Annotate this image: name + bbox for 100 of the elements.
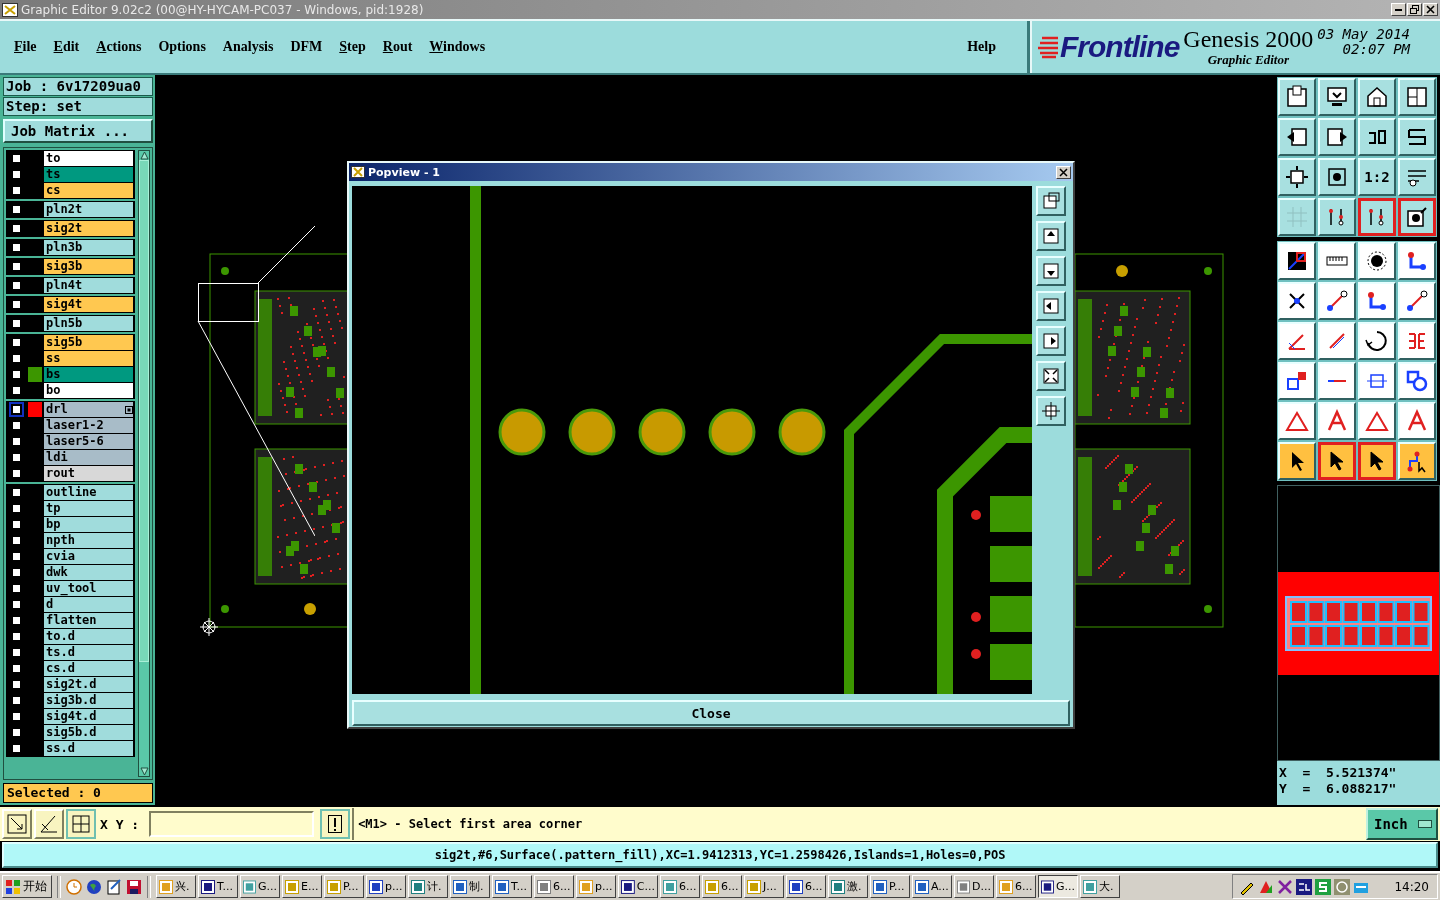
layer-checkbox[interactable]	[11, 599, 22, 610]
layer-checkbox[interactable]	[11, 169, 22, 180]
layer-name[interactable]: ss.d	[44, 741, 133, 756]
view-button[interactable]	[1036, 361, 1066, 391]
restore-button[interactable]	[1407, 3, 1422, 16]
layer-checkbox[interactable]	[11, 519, 22, 530]
taskbar-button[interactable]: P...	[324, 875, 364, 898]
job-matrix-button[interactable]: Job Matrix ...	[3, 119, 153, 143]
layer-name[interactable]: pln4t	[44, 278, 133, 293]
layer-name[interactable]: laser5-6	[44, 434, 133, 449]
menu-item[interactable]: Windows	[429, 39, 486, 55]
view-button[interactable]	[1036, 221, 1066, 251]
layer-checkbox[interactable]	[11, 631, 22, 642]
layer-name[interactable]: bo	[44, 383, 133, 398]
layer-name[interactable]: sig4t.d	[44, 709, 133, 724]
taskbar-button[interactable]: G...	[1038, 875, 1078, 898]
menu-item[interactable]: Analysis	[222, 39, 274, 55]
layer-checkbox[interactable]	[11, 280, 22, 291]
taskbar-button[interactable]: 制.	[450, 875, 490, 898]
layer-checkbox[interactable]	[11, 318, 22, 329]
layer-name[interactable]: outline	[44, 485, 133, 500]
close-button[interactable]	[1056, 165, 1071, 179]
layer-name[interactable]: sig3b	[44, 259, 133, 274]
layer-checkbox[interactable]	[11, 436, 22, 447]
layer-name[interactable]: ts	[44, 167, 133, 182]
taskbar-button[interactable]: C...	[618, 875, 658, 898]
layer-checkbox[interactable]	[11, 452, 22, 463]
layer-name[interactable]: ldi	[44, 450, 133, 465]
taskbar-button[interactable]: P...	[870, 875, 910, 898]
taskbar-button[interactable]: p...	[366, 875, 406, 898]
layer-name[interactable]: pln2t	[44, 202, 133, 217]
layer-name[interactable]: sig3b.d	[44, 693, 133, 708]
layer-checkbox[interactable]	[11, 153, 22, 164]
layer-name[interactable]: sig5b	[44, 335, 133, 350]
layer-name[interactable]: dwk	[44, 565, 133, 580]
menu-item[interactable]: Step	[339, 39, 366, 55]
taskbar-button[interactable]: 大.	[1080, 875, 1120, 898]
taskbar-button[interactable]: 激.	[828, 875, 868, 898]
taskbar-button[interactable]: A...	[912, 875, 952, 898]
layer-name[interactable]: pln3b	[44, 240, 133, 255]
layer-checkbox[interactable]	[11, 679, 22, 690]
layer-name[interactable]: pln5b	[44, 316, 133, 331]
start-button[interactable]: 开始	[2, 875, 52, 898]
layer-name[interactable]: to.d	[44, 629, 133, 644]
layer-checkbox[interactable]	[11, 242, 22, 253]
layer-checkbox[interactable]	[11, 535, 22, 546]
layer-checkbox[interactable]	[11, 353, 22, 364]
scrollbar[interactable]	[138, 150, 150, 777]
close-button[interactable]	[1423, 3, 1438, 16]
layer-name[interactable]: sig4t	[44, 297, 133, 312]
layer-name[interactable]: rout	[44, 466, 133, 481]
taskbar-button[interactable]: 6...	[534, 875, 574, 898]
close-button[interactable]: Close	[352, 700, 1070, 726]
taskbar-button[interactable]: D...	[954, 875, 994, 898]
layer-name[interactable]: d	[44, 597, 133, 612]
globe-icon[interactable]	[86, 878, 102, 895]
layer-name[interactable]: cs	[44, 183, 133, 198]
menu-item[interactable]: Rout	[382, 39, 413, 55]
layer-checkbox[interactable]	[11, 615, 22, 626]
layer-checkbox[interactable]	[11, 695, 22, 706]
layer-name[interactable]: ss	[44, 351, 133, 366]
tool-button[interactable]	[1398, 198, 1436, 236]
menu-item[interactable]: File	[14, 39, 37, 55]
layer-checkbox[interactable]	[11, 567, 22, 578]
menu-item[interactable]: Options	[158, 39, 206, 55]
layer-name[interactable]: sig2t	[44, 221, 133, 236]
taskbar-button[interactable]: 6...	[702, 875, 742, 898]
layer-checkbox[interactable]	[11, 503, 22, 514]
taskbar-button[interactable]: E...	[282, 875, 322, 898]
menu-item[interactable]: Edit	[53, 39, 80, 55]
taskbar-button[interactable]: T...	[198, 875, 238, 898]
taskbar-button[interactable]: G...	[240, 875, 280, 898]
tool-button[interactable]	[1358, 198, 1396, 236]
layer-name[interactable]: cvia	[44, 549, 133, 564]
clock-icon[interactable]	[66, 878, 82, 895]
view-button[interactable]	[1036, 396, 1066, 426]
layer-checkbox[interactable]	[11, 385, 22, 396]
layer-checkbox[interactable]	[11, 583, 22, 594]
layer-checkbox[interactable]	[11, 223, 22, 234]
xy-input-field[interactable]	[149, 811, 315, 837]
layer-name[interactable]: cs.d	[44, 661, 133, 676]
taskbar-button[interactable]: p...	[576, 875, 616, 898]
layer-checkbox[interactable]	[11, 369, 22, 380]
layer-name[interactable]: bp	[44, 517, 133, 532]
layer-checkbox[interactable]	[11, 487, 22, 498]
layer-name[interactable]: to	[44, 151, 133, 166]
clock-icon[interactable]	[1334, 878, 1351, 895]
layer-name[interactable]: laser1-2	[44, 418, 133, 433]
taskbar-button[interactable]: T...	[492, 875, 532, 898]
layer-checkbox[interactable]	[11, 420, 22, 431]
view-button[interactable]	[1036, 256, 1066, 286]
layer-name[interactable]: uv_tool	[44, 581, 133, 596]
layer-checkbox[interactable]	[11, 743, 22, 754]
layer-name[interactable]: ts.d	[44, 645, 133, 660]
layer-checkbox[interactable]	[11, 261, 22, 272]
layer-checkbox[interactable]	[11, 663, 22, 674]
layer-checkbox[interactable]	[11, 204, 22, 215]
layer-checkbox[interactable]	[11, 468, 22, 479]
layer-name[interactable]: drl	[44, 402, 133, 417]
view-button[interactable]	[1036, 326, 1066, 356]
